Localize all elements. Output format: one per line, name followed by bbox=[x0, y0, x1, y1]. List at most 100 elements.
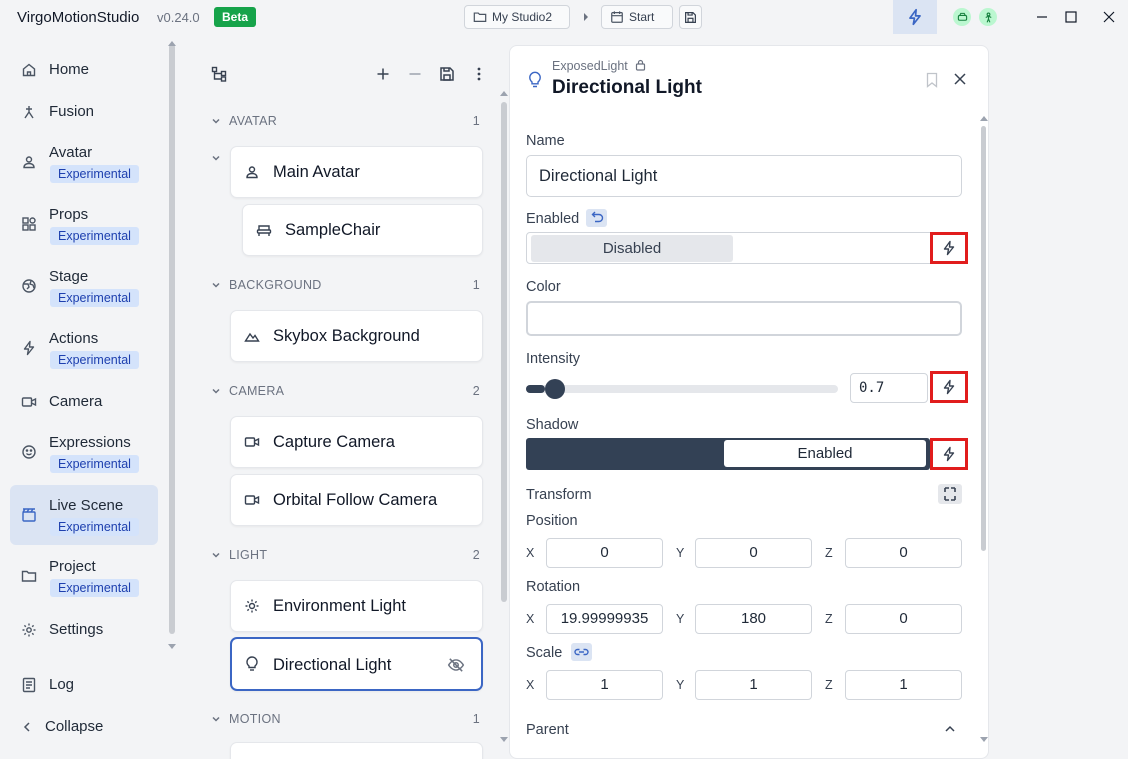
vehicle-status-icon[interactable] bbox=[953, 8, 971, 26]
intensity-bind-button[interactable] bbox=[930, 371, 968, 403]
intensity-input[interactable]: 0.7 bbox=[850, 373, 928, 403]
reset-icon[interactable] bbox=[586, 209, 607, 227]
remove-icon[interactable] bbox=[407, 66, 423, 82]
link-icon[interactable] bbox=[571, 643, 592, 661]
eye-off-icon[interactable] bbox=[447, 656, 465, 674]
sidebar-item-actions[interactable]: Actions Experimental bbox=[10, 324, 158, 372]
section-background[interactable]: BACKGROUND 1 bbox=[210, 276, 480, 296]
scale-z-input[interactable]: 1 bbox=[845, 670, 962, 700]
sidebar-item-avatar[interactable]: Avatar Experimental bbox=[10, 138, 158, 186]
live-mode-button[interactable] bbox=[893, 0, 937, 34]
shadow-bind-button[interactable] bbox=[930, 438, 968, 470]
collapse-button[interactable]: Collapse bbox=[10, 713, 158, 741]
project-button[interactable]: My Studio2 bbox=[464, 5, 570, 29]
bolt-icon bbox=[941, 240, 957, 256]
log-label: Log bbox=[49, 676, 75, 693]
scroll-up-icon[interactable] bbox=[979, 114, 988, 122]
calendar-icon bbox=[610, 10, 624, 24]
hierarchy-icon[interactable] bbox=[211, 66, 227, 82]
intensity-slider-thumb[interactable] bbox=[545, 379, 565, 399]
log-button[interactable]: Log bbox=[10, 671, 158, 699]
axis-z-label: Z bbox=[825, 546, 833, 560]
save-toolbar-button[interactable] bbox=[679, 5, 702, 29]
tree-item-label: SampleChair bbox=[285, 221, 381, 239]
name-input[interactable]: Directional Light bbox=[526, 155, 962, 197]
tree-item-motion-partial[interactable] bbox=[230, 742, 483, 759]
scale-x-input[interactable]: 1 bbox=[546, 670, 663, 700]
section-motion[interactable]: MOTION 1 bbox=[210, 710, 480, 730]
bolt-icon bbox=[941, 446, 957, 462]
tree-item-skybox-background[interactable]: Skybox Background bbox=[230, 310, 483, 362]
start-button[interactable]: Start bbox=[601, 5, 673, 29]
sidebar-item-project[interactable]: Project Experimental bbox=[10, 552, 158, 600]
sidebar-item-expressions[interactable]: Expressions Experimental bbox=[10, 428, 158, 476]
name-label: Name bbox=[526, 133, 565, 149]
position-z-input[interactable]: 0 bbox=[845, 538, 962, 568]
intensity-label: Intensity bbox=[526, 351, 580, 367]
rotation-y-input[interactable]: 180 bbox=[695, 604, 812, 634]
sidebar-item-props[interactable]: Props Experimental bbox=[10, 200, 158, 248]
sidebar-item-home[interactable]: Home bbox=[10, 56, 158, 84]
sidebar-item-stage[interactable]: Stage Experimental bbox=[10, 262, 158, 310]
chevron-down-icon bbox=[210, 713, 222, 725]
section-avatar[interactable]: AVATAR 1 bbox=[210, 112, 480, 132]
sidebar-item-settings[interactable]: Settings bbox=[10, 616, 158, 644]
experimental-badge: Experimental bbox=[50, 351, 139, 369]
sidebar-item-fusion[interactable]: Fusion bbox=[10, 98, 158, 126]
tree-item-directional-light[interactable]: Directional Light bbox=[230, 637, 483, 691]
scroll-up-icon[interactable] bbox=[167, 39, 177, 47]
tree-item-sample-chair[interactable]: SampleChair bbox=[242, 204, 483, 256]
tree-item-main-avatar[interactable]: Main Avatar bbox=[230, 146, 483, 198]
experimental-badge: Experimental bbox=[50, 455, 139, 473]
app-version: v0.24.0 bbox=[157, 10, 200, 25]
scroll-down-icon[interactable] bbox=[499, 736, 509, 744]
sidebar-item-label: Camera bbox=[49, 393, 103, 410]
scale-y-input[interactable]: 1 bbox=[695, 670, 812, 700]
position-x-input[interactable]: 0 bbox=[546, 538, 663, 568]
tree-item-orbital-follow-camera[interactable]: Orbital Follow Camera bbox=[230, 474, 483, 526]
axis-y-label: Y bbox=[676, 678, 685, 692]
scroll-down-icon[interactable] bbox=[167, 643, 177, 651]
sidebar-item-camera[interactable]: Camera bbox=[10, 388, 158, 416]
section-count: 1 bbox=[472, 114, 480, 128]
minimize-button[interactable] bbox=[1034, 9, 1050, 25]
color-swatch[interactable] bbox=[526, 301, 962, 336]
section-label: AVATAR bbox=[229, 114, 278, 128]
rotation-x-input[interactable]: 19.99999935 bbox=[546, 604, 663, 634]
section-camera[interactable]: CAMERA 2 bbox=[210, 382, 480, 402]
expand-icon[interactable] bbox=[938, 484, 962, 504]
camera-icon bbox=[21, 394, 37, 410]
scroll-down-icon[interactable] bbox=[979, 736, 988, 744]
rotation-z-input[interactable]: 0 bbox=[845, 604, 962, 634]
close-icon[interactable] bbox=[953, 72, 967, 86]
tree-scrollbar[interactable] bbox=[501, 102, 507, 602]
close-window-button[interactable] bbox=[1101, 9, 1117, 25]
sidebar-scrollbar[interactable] bbox=[169, 44, 175, 634]
chevron-down-icon[interactable] bbox=[210, 152, 222, 164]
axis-x-label: X bbox=[526, 678, 535, 692]
section-count: 1 bbox=[472, 712, 480, 726]
panel-scrollbar[interactable] bbox=[981, 126, 986, 551]
section-light[interactable]: LIGHT 2 bbox=[210, 546, 480, 566]
chevron-up-icon[interactable] bbox=[943, 722, 957, 736]
add-icon[interactable] bbox=[375, 66, 391, 82]
maximize-button[interactable] bbox=[1063, 9, 1079, 25]
sidebar-item-live-scene[interactable]: Live Scene Experimental bbox=[10, 485, 158, 545]
sidebar-item-label: Expressions bbox=[49, 434, 131, 451]
position-y-input[interactable]: 0 bbox=[695, 538, 812, 568]
enabled-toggle[interactable]: Disabled bbox=[526, 232, 962, 264]
tree-item-capture-camera[interactable]: Capture Camera bbox=[230, 416, 483, 468]
scroll-up-icon[interactable] bbox=[499, 89, 509, 97]
person-status-icon[interactable] bbox=[979, 8, 997, 26]
position-label: Position bbox=[526, 513, 578, 529]
shadow-toggle[interactable]: Enabled bbox=[526, 438, 930, 470]
section-label: BACKGROUND bbox=[229, 278, 322, 292]
enabled-bind-button[interactable] bbox=[930, 232, 968, 264]
axis-x-label: X bbox=[526, 612, 535, 626]
intensity-slider-track[interactable] bbox=[526, 379, 838, 399]
section-count: 1 bbox=[472, 278, 480, 292]
bookmark-icon[interactable] bbox=[925, 72, 939, 88]
save-icon[interactable] bbox=[439, 66, 455, 82]
more-vertical-icon[interactable] bbox=[471, 66, 487, 82]
tree-item-environment-light[interactable]: Environment Light bbox=[230, 580, 483, 632]
